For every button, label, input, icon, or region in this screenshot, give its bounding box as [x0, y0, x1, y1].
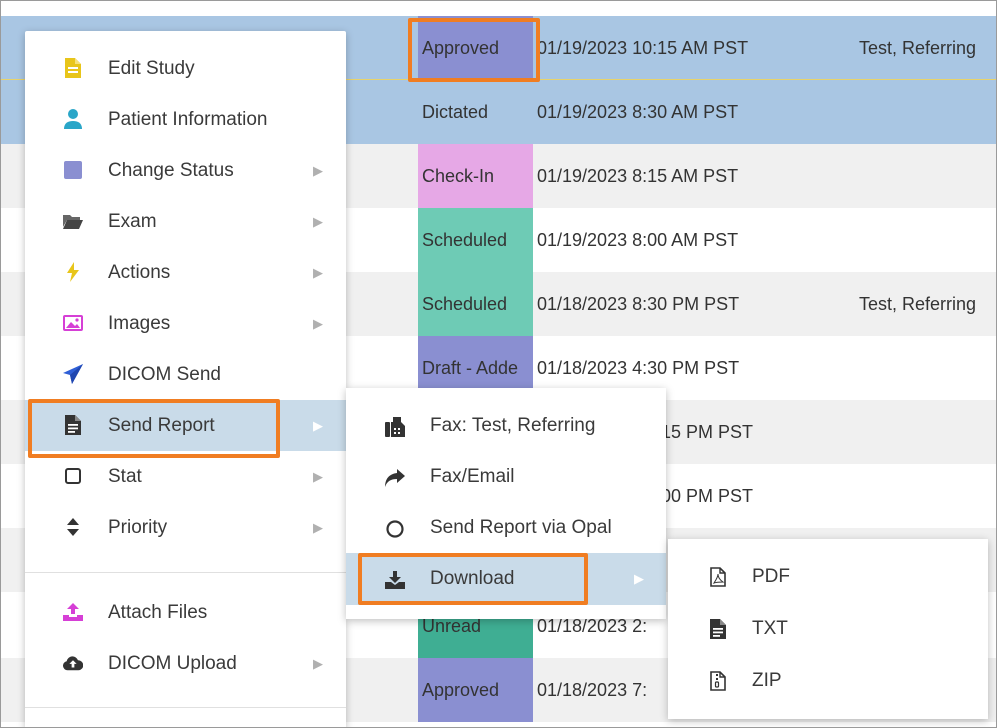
menu-item-label: Attach Files [108, 602, 208, 623]
chevron-right-icon: ▶ [313, 656, 323, 671]
datetime-cell: 01/19/2023 8:15 AM PST [537, 166, 739, 186]
fax-icon [384, 416, 406, 438]
zip-file-icon [708, 670, 728, 692]
referring-cell: Test, Referring [859, 38, 977, 58]
submenu-item-label: TXT [752, 618, 788, 639]
menu-item-label: Edit Study [108, 58, 195, 79]
menu-item-label: Exam [108, 211, 157, 232]
datetime-cell: 01/19/2023 10:15 AM PST [537, 38, 749, 58]
text-file-icon [708, 618, 728, 640]
datetime-cell: 01/18/2023 7: [537, 680, 648, 700]
screenshot-frame: Approved 01/19/2023 10:15 AM PST Test, R… [0, 0, 997, 728]
download-submenu: PDF TXT ZIP [668, 539, 988, 719]
referring-cell: Test, Referring [859, 294, 977, 314]
submenu-item-label: Fax/Email [430, 466, 515, 487]
menu-item-label: DICOM Upload [108, 653, 237, 674]
sort-icon [63, 517, 83, 537]
menu-item-exam[interactable]: Exam ▶ [25, 196, 346, 247]
datetime-cell: 01/19/2023 8:30 AM PST [537, 102, 739, 122]
menu-item-priority[interactable]: Priority ▶ [25, 502, 346, 553]
status-cell: Dictated [418, 80, 533, 144]
context-menu: Edit Study Patient Information Change St… [25, 31, 346, 727]
cloud-upload-icon [63, 653, 83, 673]
menu-divider [25, 707, 346, 708]
menu-divider [25, 572, 346, 573]
submenu-item-label: PDF [752, 566, 790, 587]
folder-open-icon [63, 211, 83, 231]
menu-item-images[interactable]: Images ▶ [25, 298, 346, 349]
chevron-right-icon: ▶ [634, 571, 644, 586]
menu-item-stat[interactable]: Stat ▶ [25, 451, 346, 502]
highlight-send-report [28, 399, 280, 458]
menu-item-label: Change Status [108, 160, 234, 181]
image-icon [63, 313, 83, 333]
pdf-file-icon [708, 566, 728, 588]
share-arrow-icon [384, 467, 406, 489]
menu-item-label: Actions [108, 262, 171, 283]
edit-study-icon [63, 58, 83, 78]
menu-item-attach-files[interactable]: Attach Files [25, 587, 346, 638]
paper-plane-icon [63, 364, 83, 384]
submenu-item-label: Fax: Test, Referring [430, 415, 596, 436]
upload-tray-icon [63, 602, 83, 622]
checkbox-icon [63, 466, 83, 486]
datetime-cell: :15 PM PST [656, 422, 754, 442]
circle-icon [384, 518, 406, 540]
submenu-item-zip[interactable]: ZIP [668, 655, 988, 707]
chevron-right-icon: ▶ [313, 469, 323, 484]
chevron-right-icon: ▶ [313, 418, 323, 433]
submenu-item-pdf[interactable]: PDF [668, 551, 988, 603]
chevron-right-icon: ▶ [313, 214, 323, 229]
datetime-cell: :00 PM PST [656, 486, 754, 506]
highlight-approved-status [408, 18, 540, 82]
submenu-item-txt[interactable]: TXT [668, 603, 988, 655]
datetime-cell: 01/18/2023 8:30 PM PST [537, 294, 740, 314]
square-icon [63, 160, 83, 180]
bolt-icon [63, 262, 83, 282]
submenu-item-fax-referring[interactable]: Fax: Test, Referring [346, 400, 666, 452]
menu-item-label: Patient Information [108, 109, 268, 130]
menu-item-dicom-upload[interactable]: DICOM Upload ▶ [25, 638, 346, 689]
datetime-cell: 01/19/2023 8:00 AM PST [537, 230, 739, 250]
status-cell: Check-In [418, 144, 533, 208]
submenu-item-fax-email[interactable]: Fax/Email [346, 451, 666, 503]
menu-item-edit-study[interactable]: Edit Study [25, 43, 346, 94]
submenu-item-label: ZIP [752, 670, 782, 691]
highlight-download [358, 553, 588, 605]
menu-item-label: Priority [108, 517, 168, 538]
chevron-right-icon: ▶ [313, 520, 323, 535]
submenu-item-label: Send Report via Opal [430, 517, 612, 538]
submenu-item-send-via-opal[interactable]: Send Report via Opal [346, 502, 666, 554]
menu-item-label: DICOM Send [108, 364, 221, 385]
menu-item-change-status[interactable]: Change Status ▶ [25, 145, 346, 196]
menu-item-label: Stat [108, 466, 142, 487]
status-cell: Scheduled [418, 208, 533, 272]
status-cell: Approved [418, 658, 533, 722]
menu-item-dicom-send[interactable]: DICOM Send [25, 349, 346, 400]
chevron-right-icon: ▶ [313, 316, 323, 331]
person-icon [63, 109, 83, 129]
menu-item-label: Images [108, 313, 171, 334]
menu-item-actions[interactable]: Actions ▶ [25, 247, 346, 298]
chevron-right-icon: ▶ [313, 163, 323, 178]
menu-item-patient-information[interactable]: Patient Information [25, 94, 346, 145]
status-cell: Scheduled [418, 272, 533, 336]
chevron-right-icon: ▶ [313, 265, 323, 280]
